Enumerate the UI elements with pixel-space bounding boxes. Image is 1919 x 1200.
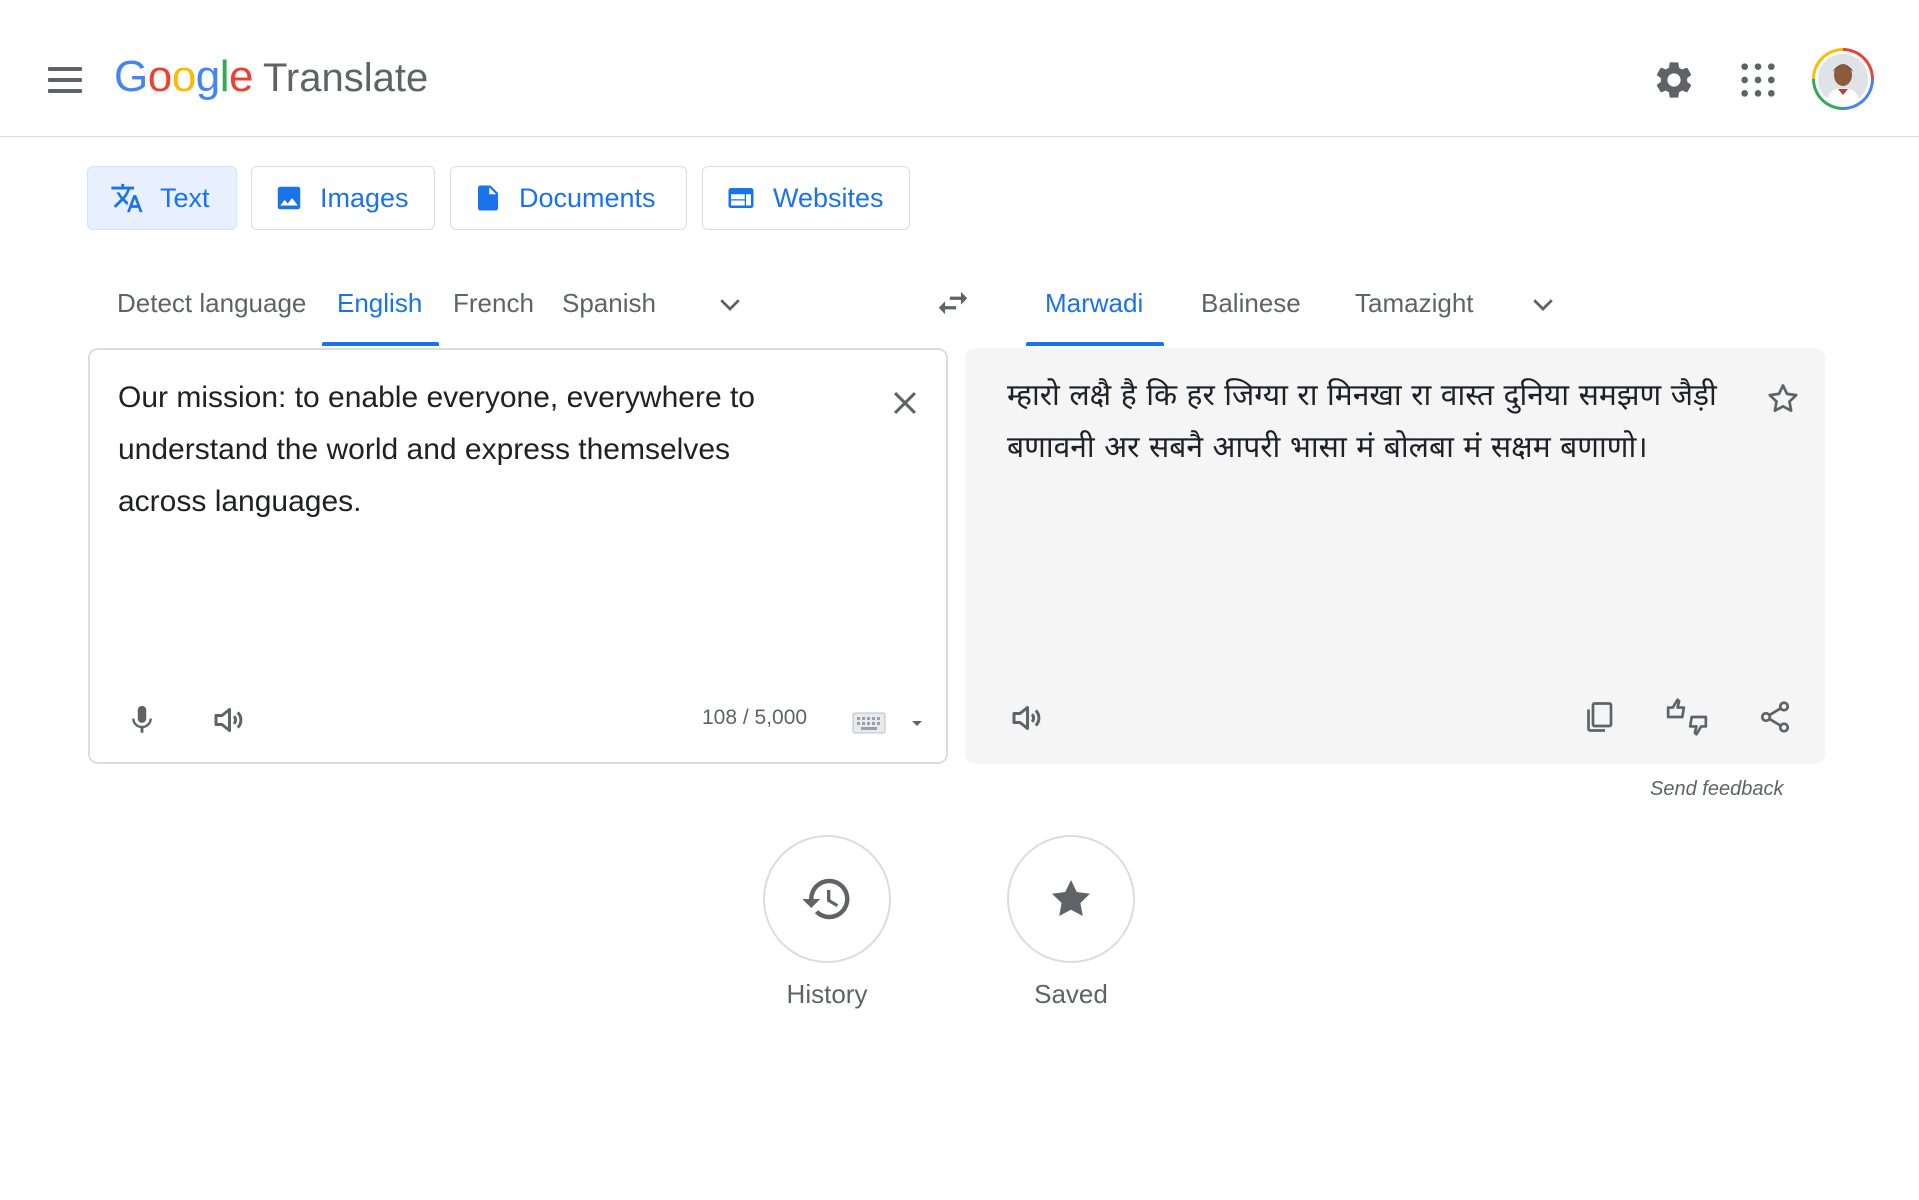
saved-button[interactable] [1007,835,1135,963]
listen-source-button[interactable] [203,695,253,745]
translation-output: म्हारो लक्षै है कि हर जिग्या रा मिनखा रा… [1007,378,1717,465]
menu-icon[interactable] [40,55,90,105]
image-icon [277,186,301,210]
history-label: History [786,979,868,1009]
avatar-image [1818,54,1868,104]
website-icon [728,188,754,208]
apps-grid-icon[interactable] [1730,52,1786,108]
google-translate-logo[interactable]: Google Translate [114,52,428,108]
source-text-input[interactable]: Our mission: to enable everyone, everywh… [118,372,798,528]
mode-tab-label: Images [320,182,409,213]
swap-languages-button[interactable] [930,280,976,326]
document-icon [478,185,498,211]
thumbs-up-down-icon [1666,698,1708,736]
source-lang-french[interactable]: French [453,278,534,328]
translate-icon [111,183,143,213]
send-feedback-link[interactable]: Send feedback [1650,778,1783,801]
speaker-icon [214,708,243,732]
saved-section: Saved [1006,835,1136,1010]
target-lang-underline [1026,342,1164,346]
app-header: Google Translate [0,0,1919,137]
star-icon [1052,880,1090,916]
logo-letter: l [219,52,230,101]
logo-letter: o [171,52,196,101]
google-wordmark: Google [114,52,253,102]
product-name: Translate [262,56,429,100]
rate-translation-button[interactable] [1662,692,1712,742]
target-lang-balinese[interactable]: Balinese [1201,278,1301,328]
lang-detect[interactable]: Detect language [117,278,306,328]
source-lang-spanish[interactable]: Spanish [562,278,656,328]
mode-tab-label: Documents [519,182,656,213]
microphone-button[interactable] [117,695,167,745]
mode-tab-documents[interactable]: Documents [450,166,687,230]
mode-tab-label: Text [160,182,210,213]
logo-letter: G [114,52,148,101]
mode-tab-images[interactable]: Images [251,166,435,230]
target-lang-marwadi[interactable]: Marwadi [1045,278,1143,328]
source-panel: Our mission: to enable everyone, everywh… [88,348,948,764]
logo-letter: g [195,52,220,101]
mode-tab-text[interactable]: Text [87,166,237,230]
source-lang-underline [322,342,439,346]
target-lang-tamazight[interactable]: Tamazight [1355,278,1474,328]
avatar[interactable] [1812,48,1874,110]
avatar-ring [1815,51,1871,107]
copy-icon [1587,702,1613,732]
target-panel: म्हारो लक्षै है कि हर जिग्या रा मिनखा रा… [965,348,1825,764]
target-lang-chevron-down-icon[interactable] [1522,283,1564,325]
share-translation-button[interactable] [1750,692,1800,742]
star-outline-icon [1768,384,1798,413]
history-button[interactable] [763,835,891,963]
source-lang-english[interactable]: English [337,278,422,328]
logo-letter: e [228,52,253,101]
copy-translation-button[interactable] [1574,692,1624,742]
mode-tab-label: Websites [773,182,884,213]
gear-icon[interactable] [1646,52,1702,108]
speaker-icon [1012,706,1041,730]
source-lang-chevron-down-icon[interactable] [709,283,751,325]
logo-letter: o [147,52,172,101]
history-icon [802,878,850,920]
keyboard-icon[interactable] [852,712,886,739]
save-translation-button[interactable] [1758,374,1808,424]
character-count: 108 / 5,000 [702,706,808,729]
swap-icon [938,291,968,315]
microphone-icon [132,705,152,733]
history-section: History [762,835,892,1010]
saved-label: Saved [1034,979,1108,1009]
clear-source-button[interactable] [880,378,930,428]
listen-translation-button[interactable] [1001,693,1051,743]
mode-tab-websites[interactable]: Websites [702,166,910,230]
share-icon [1760,701,1790,733]
close-icon [893,391,917,415]
input-tools-dropdown-icon[interactable] [910,716,924,734]
